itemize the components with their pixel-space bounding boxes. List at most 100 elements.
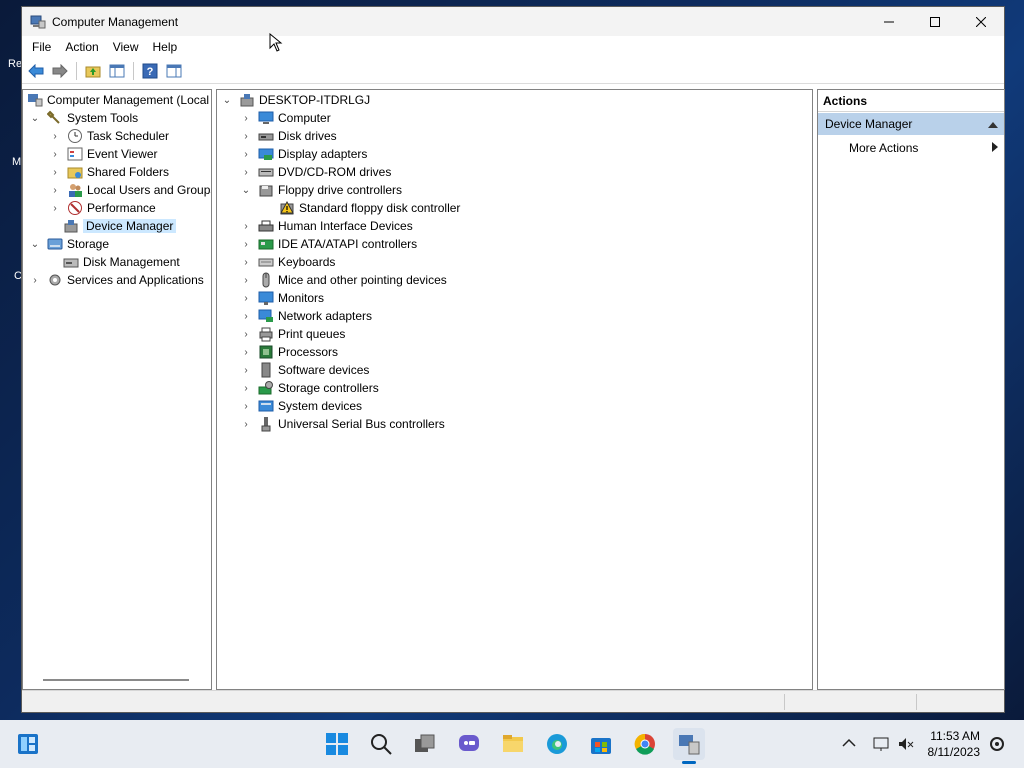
tree-item-system-tools[interactable]: ⌄ System Tools bbox=[29, 109, 138, 127]
collapse-chevron-icon[interactable]: ⌄ bbox=[221, 91, 233, 109]
device-category-universal-serial-bus-controllers[interactable]: › Universal Serial Bus controllers bbox=[240, 415, 445, 433]
widgets-button[interactable] bbox=[12, 728, 44, 760]
device-category-software-devices[interactable]: › Software devices bbox=[240, 361, 369, 379]
expand-chevron-icon[interactable]: › bbox=[240, 397, 252, 415]
expand-chevron-icon[interactable]: › bbox=[240, 127, 252, 145]
device-category-label: Disk drives bbox=[278, 129, 337, 143]
show-hidden-icons-chevron[interactable] bbox=[842, 737, 856, 751]
collapse-up-icon[interactable] bbox=[988, 117, 998, 131]
expand-chevron-icon[interactable]: › bbox=[240, 325, 252, 343]
expand-chevron-icon[interactable]: › bbox=[29, 271, 41, 289]
collapse-chevron-icon[interactable]: ⌄ bbox=[29, 109, 41, 127]
help-button[interactable]: ? bbox=[140, 61, 160, 81]
back-button[interactable] bbox=[26, 61, 46, 81]
chrome-button[interactable] bbox=[629, 728, 661, 760]
tree-item-event-viewer[interactable]: › Event Viewer bbox=[49, 145, 157, 163]
tree-item-shared-folders[interactable]: › Shared Folders bbox=[49, 163, 169, 181]
tree-item-device-manager[interactable]: Device Manager bbox=[61, 217, 177, 235]
forward-button[interactable] bbox=[50, 61, 70, 81]
start-button[interactable] bbox=[321, 728, 353, 760]
device-category-human-interface-devices[interactable]: › Human Interface Devices bbox=[240, 217, 412, 235]
device-category-system-devices[interactable]: › System devices bbox=[240, 397, 362, 415]
close-button[interactable] bbox=[958, 7, 1004, 36]
network-tray-button[interactable] bbox=[872, 720, 890, 768]
computer-management-taskbar-button[interactable] bbox=[673, 728, 705, 764]
menu-file[interactable]: File bbox=[26, 40, 57, 54]
expand-chevron-icon[interactable]: › bbox=[240, 343, 252, 361]
edge-button[interactable] bbox=[541, 728, 573, 760]
expand-chevron-icon[interactable]: › bbox=[240, 235, 252, 253]
svg-text:?: ? bbox=[147, 66, 154, 78]
collapse-chevron-icon[interactable]: ⌄ bbox=[29, 235, 41, 253]
tree-item-services-applications[interactable]: › Services and Applications bbox=[29, 271, 203, 289]
device-tree-root[interactable]: ⌄ DESKTOP-ITDRLGJ bbox=[221, 91, 370, 109]
tree-item-task-scheduler[interactable]: › Task Scheduler bbox=[49, 127, 169, 145]
tree-item-storage[interactable]: ⌄ Storage bbox=[29, 235, 109, 253]
expand-chevron-icon[interactable]: › bbox=[49, 163, 61, 181]
clock[interactable]: 11:53 AM 8/11/2023 bbox=[928, 728, 981, 760]
device-category-storage-controllers[interactable]: › Storage controllers bbox=[240, 379, 379, 397]
expand-chevron-icon[interactable]: › bbox=[240, 271, 252, 289]
show-hide-tree-button[interactable] bbox=[107, 61, 127, 81]
menu-help[interactable]: Help bbox=[147, 40, 184, 54]
device-category-ide-ata-atapi-controllers[interactable]: › IDE ATA/ATAPI controllers bbox=[240, 235, 417, 253]
chat-button[interactable] bbox=[453, 728, 485, 760]
show-action-pane-button[interactable] bbox=[164, 61, 184, 81]
collapse-chevron-icon[interactable]: ⌄ bbox=[240, 181, 252, 199]
expand-chevron-icon[interactable]: › bbox=[49, 127, 61, 145]
device-category-floppy-drive-controllers[interactable]: ⌄ Floppy drive controllers bbox=[240, 181, 402, 199]
more-actions-item[interactable]: More Actions bbox=[818, 137, 1004, 159]
expand-chevron-icon[interactable]: › bbox=[240, 145, 252, 163]
expand-chevron-icon[interactable]: › bbox=[240, 289, 252, 307]
store-button[interactable] bbox=[585, 728, 617, 760]
menu-view[interactable]: View bbox=[107, 40, 145, 54]
file-explorer-button[interactable] bbox=[497, 728, 529, 760]
warning-device-icon bbox=[279, 200, 295, 216]
device-category-print-queues[interactable]: › Print queues bbox=[240, 325, 345, 343]
device-category-icon bbox=[258, 272, 274, 288]
device-category-icon bbox=[258, 326, 274, 342]
maximize-button[interactable] bbox=[912, 7, 958, 36]
tree-item-disk-management[interactable]: Disk Management bbox=[61, 253, 180, 271]
volume-tray-button[interactable] bbox=[897, 720, 915, 768]
expand-chevron-icon[interactable]: › bbox=[49, 199, 61, 217]
help-icon: ? bbox=[142, 63, 158, 79]
device-category-mice-and-other-pointing-devices[interactable]: › Mice and other pointing devices bbox=[240, 271, 447, 289]
device-category-disk-drives[interactable]: › Disk drives bbox=[240, 127, 337, 145]
device-category-icon bbox=[258, 254, 274, 270]
tree-item-performance[interactable]: › Performance bbox=[49, 199, 156, 217]
minimize-button[interactable] bbox=[866, 7, 912, 36]
expand-chevron-icon[interactable]: › bbox=[240, 307, 252, 325]
expand-chevron-icon[interactable]: › bbox=[240, 163, 252, 181]
expand-chevron-icon[interactable]: › bbox=[240, 253, 252, 271]
device-category-network-adapters[interactable]: › Network adapters bbox=[240, 307, 372, 325]
expand-chevron-icon[interactable]: › bbox=[240, 109, 252, 127]
horizontal-scrollbar[interactable] bbox=[43, 679, 189, 681]
actions-section-device-manager[interactable]: Device Manager bbox=[818, 113, 1004, 135]
device-category-keyboards[interactable]: › Keyboards bbox=[240, 253, 335, 271]
search-button[interactable] bbox=[365, 728, 397, 760]
expand-chevron-icon[interactable]: › bbox=[240, 415, 252, 433]
expand-chevron-icon[interactable]: › bbox=[49, 181, 61, 199]
device-category-processors[interactable]: › Processors bbox=[240, 343, 338, 361]
action-pane-icon bbox=[166, 64, 182, 78]
device-category-computer[interactable]: › Computer bbox=[240, 109, 330, 127]
up-level-button[interactable] bbox=[83, 61, 103, 81]
clock-date: 8/11/2023 bbox=[927, 745, 981, 759]
device-category-icon bbox=[258, 308, 274, 324]
notifications-button[interactable] bbox=[988, 720, 1006, 768]
expand-chevron-icon[interactable]: › bbox=[240, 217, 252, 235]
device-floppy-controller[interactable]: Standard floppy disk controller bbox=[273, 199, 460, 217]
expand-chevron-icon[interactable]: › bbox=[49, 145, 61, 163]
status-separator bbox=[784, 694, 785, 710]
device-category-monitors[interactable]: › Monitors bbox=[240, 289, 324, 307]
device-category-dvd-cd-rom-drives[interactable]: › DVD/CD-ROM drives bbox=[240, 163, 391, 181]
task-view-button[interactable] bbox=[409, 728, 441, 760]
tree-item-local-users[interactable]: › Local Users and Groups bbox=[49, 181, 211, 199]
device-category-display-adapters[interactable]: › Display adapters bbox=[240, 145, 367, 163]
expand-chevron-icon[interactable]: › bbox=[240, 379, 252, 397]
tree-root[interactable]: Computer Management (Local bbox=[25, 91, 209, 109]
expand-chevron-icon[interactable]: › bbox=[240, 361, 252, 379]
menu-bar: File Action View Help bbox=[22, 36, 1004, 58]
menu-action[interactable]: Action bbox=[59, 40, 104, 54]
